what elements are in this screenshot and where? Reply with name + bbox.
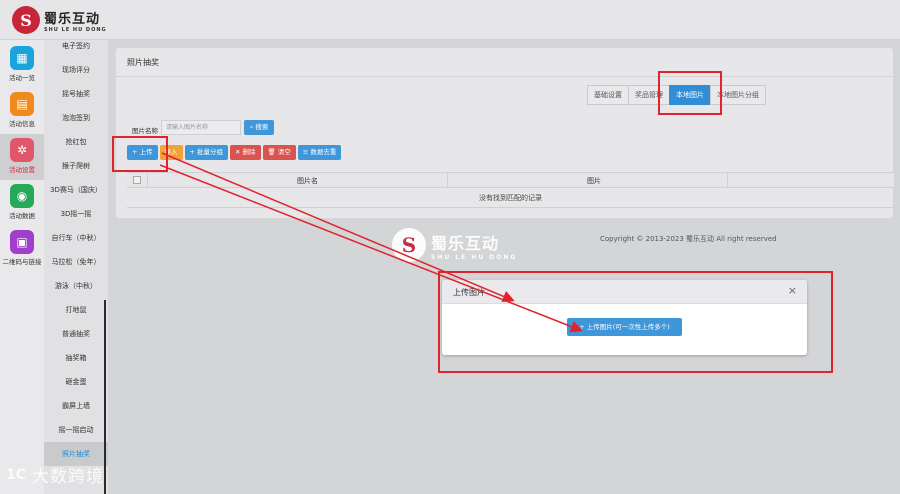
top-bar: S 蜀乐互动 SHU LE HU DONG bbox=[0, 0, 900, 40]
rail-item-settings[interactable]: ✲ 活动设置 bbox=[0, 134, 44, 180]
column-divider bbox=[447, 173, 448, 188]
search-button-label: 搜索 bbox=[255, 123, 269, 131]
search-label: 图片名称 bbox=[132, 127, 158, 135]
highlight-upload-button bbox=[112, 136, 168, 172]
batch-group-button[interactable]: + 批量分组 bbox=[184, 145, 229, 160]
photo-lottery-panel: 照片抽奖 基础设置 奖品管理 本地图片 本地图片分组 图片名称 请输入图片名称 … bbox=[115, 47, 894, 219]
copyright-text: Copyright © 2013-2023 蜀乐互动 All right res… bbox=[600, 235, 777, 243]
image-table-header: 图片名 图片 bbox=[127, 172, 894, 188]
submenu-item[interactable]: 猴子爬树 bbox=[44, 154, 108, 178]
brand-logo[interactable]: S 蜀乐互动 SHU LE HU DONG bbox=[12, 6, 107, 34]
column-header-image[interactable]: 图片 bbox=[587, 176, 601, 186]
submenu-item[interactable]: 3D摇一摇 bbox=[44, 202, 108, 226]
submenu-item[interactable]: 摇一摇启动 bbox=[44, 418, 108, 442]
submenu-item[interactable]: 普通抽奖 bbox=[44, 322, 108, 346]
rail-label: 活动数据 bbox=[9, 212, 35, 220]
rail-item-info[interactable]: ▤ 活动信息 bbox=[0, 88, 44, 134]
submenu-item[interactable]: 现场评分 bbox=[44, 58, 108, 82]
database-icon: ◉ bbox=[10, 184, 34, 208]
submenu-item[interactable]: 游泳（中秋） bbox=[44, 274, 108, 298]
submenu-item[interactable]: 抽奖箱 bbox=[44, 346, 108, 370]
divider bbox=[116, 76, 893, 77]
corner-watermark-logo: 1C bbox=[6, 466, 27, 483]
submenu-item[interactable]: 马拉松（免年） bbox=[44, 250, 108, 274]
rail-label: 活动一览 bbox=[9, 74, 35, 82]
highlight-local-images-tab bbox=[658, 71, 722, 115]
search-input[interactable]: 请输入图片名称 bbox=[161, 120, 241, 135]
corner-watermark: 1C 大数跨境 bbox=[6, 462, 105, 488]
rail-label: 二维码与链接 bbox=[2, 258, 42, 266]
dedupe-button[interactable]: ≡ 数据去重 bbox=[297, 145, 342, 160]
column-divider bbox=[147, 173, 148, 188]
watermark-text: 蜀乐互动 SHU LE HU DONG bbox=[431, 230, 517, 261]
brand-watermark: S 蜀乐互动 SHU LE HU DONG bbox=[392, 228, 517, 262]
rail-label: 活动信息 bbox=[9, 120, 35, 128]
corner-watermark-text: 大数跨境 bbox=[32, 467, 105, 487]
submenu-item[interactable]: 摇号抽奖 bbox=[44, 82, 108, 106]
submenu-item[interactable]: 电子签约 bbox=[44, 34, 108, 58]
icon-rail: ▦ 活动一览 ▤ 活动信息 ✲ 活动设置 ◉ 活动数据 ▣ 二维码与链接 bbox=[0, 40, 44, 494]
delete-button[interactable]: ✕ 删除 bbox=[230, 145, 261, 160]
submenu-scrollbar[interactable] bbox=[104, 300, 106, 494]
brand-logo-text: 蜀乐互动 SHU LE HU DONG bbox=[44, 8, 107, 33]
activity-submenu: 电子签约 现场评分 摇号抽奖 泡泡签到 抢红包 猴子爬树 3D赛马（国庆） 3D… bbox=[44, 40, 108, 494]
submenu-item[interactable]: 抢红包 bbox=[44, 130, 108, 154]
grid-icon: ▦ bbox=[10, 46, 34, 70]
submenu-item[interactable]: 3D赛马（国庆） bbox=[44, 178, 108, 202]
select-all-checkbox[interactable] bbox=[133, 176, 141, 184]
empty-table-row: 没有找到匹配的记录 bbox=[127, 188, 894, 208]
rail-item-overview[interactable]: ▦ 活动一览 bbox=[0, 42, 44, 88]
tab-basic-settings[interactable]: 基础设置 bbox=[587, 85, 629, 105]
rail-item-data[interactable]: ◉ 活动数据 bbox=[0, 180, 44, 226]
brand-name-en: SHU LE HU DONG bbox=[44, 26, 107, 33]
rail-item-qrcode[interactable]: ▣ 二维码与链接 bbox=[0, 226, 44, 272]
brand-logo-icon: S bbox=[12, 6, 40, 34]
search-button[interactable]: ⌕ 搜索 bbox=[244, 120, 274, 135]
rail-label: 活动设置 bbox=[9, 166, 35, 174]
highlight-upload-modal bbox=[438, 271, 833, 373]
submenu-item[interactable]: 砸金蛋 bbox=[44, 370, 108, 394]
submenu-item[interactable]: 霸屏上墙 bbox=[44, 394, 108, 418]
brand-name-cn: 蜀乐互动 bbox=[44, 11, 101, 27]
watermark-logo-icon: S bbox=[392, 228, 426, 262]
column-divider bbox=[727, 173, 728, 188]
document-icon: ▤ bbox=[10, 92, 34, 116]
qrcode-icon: ▣ bbox=[10, 230, 34, 254]
gear-icon: ✲ bbox=[10, 138, 34, 162]
watermark-name-cn: 蜀乐互动 bbox=[431, 233, 500, 253]
clear-button[interactable]: 🗑 清空 bbox=[262, 145, 296, 160]
submenu-item[interactable]: 打地鼠 bbox=[44, 298, 108, 322]
search-icon: ⌕ bbox=[249, 123, 254, 131]
submenu-item[interactable]: 自行车（中秋） bbox=[44, 226, 108, 250]
panel-title: 照片抽奖 bbox=[127, 58, 159, 67]
watermark-name-en: SHU LE HU DONG bbox=[431, 253, 518, 261]
column-header-image-name[interactable]: 图片名 bbox=[297, 176, 318, 186]
submenu-item[interactable]: 泡泡签到 bbox=[44, 106, 108, 130]
